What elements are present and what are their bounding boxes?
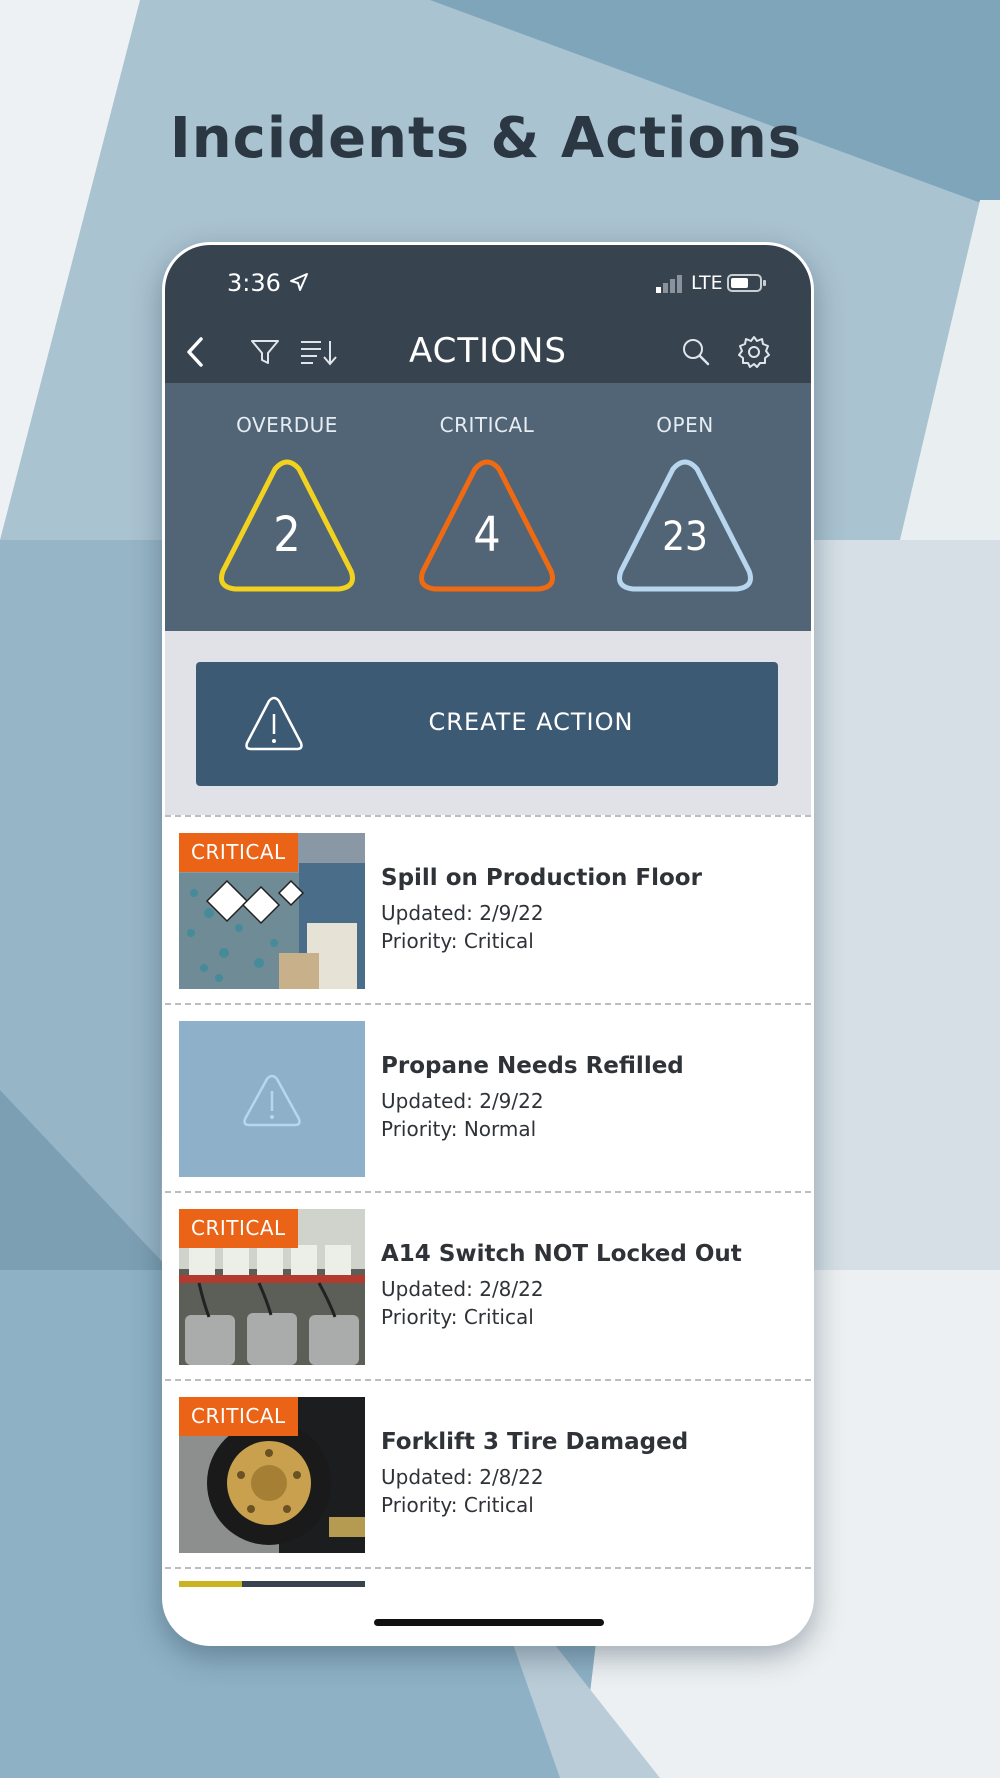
incident-photo: CRITICAL bbox=[179, 833, 365, 989]
incident-photo: CRITICAL bbox=[179, 1209, 365, 1365]
status-bar: 3:36 LTE bbox=[165, 245, 811, 321]
action-title: Forklift 3 Tire Damaged bbox=[381, 1429, 689, 1455]
battery-icon bbox=[727, 274, 766, 292]
loading-progress-bar bbox=[179, 1581, 365, 1587]
stat-label: OVERDUE bbox=[236, 413, 338, 437]
action-priority: Priority: Critical bbox=[381, 1493, 534, 1517]
stat-label: CRITICAL bbox=[439, 413, 535, 437]
action-updated: Updated: 2/9/22 bbox=[381, 901, 544, 925]
action-title: A14 Switch NOT Locked Out bbox=[381, 1241, 742, 1267]
action-priority: Priority: Critical bbox=[381, 1305, 534, 1329]
list-item[interactable]: CRITICAL Forklift 3 Tire Damaged Updated… bbox=[165, 1379, 811, 1567]
top-navbar: ACTIONS bbox=[165, 321, 811, 383]
list-divider bbox=[165, 1567, 811, 1569]
filter-icon[interactable] bbox=[249, 337, 281, 367]
stat-value: 23 bbox=[662, 514, 708, 560]
action-title: Propane Needs Refilled bbox=[381, 1053, 684, 1079]
action-priority: Priority: Normal bbox=[381, 1117, 537, 1141]
progress-fill bbox=[179, 1581, 243, 1587]
list-item[interactable]: Propane Needs Refilled Updated: 2/9/22 P… bbox=[165, 1003, 811, 1191]
list-item[interactable]: CRITICAL Spill on Production Floor Updat… bbox=[165, 815, 811, 1003]
signal-icon bbox=[656, 275, 682, 293]
stat-overdue[interactable]: OVERDUE 2 bbox=[187, 383, 387, 595]
placeholder-thumbnail bbox=[179, 1021, 365, 1177]
create-action-label: CREATE ACTION bbox=[428, 708, 634, 736]
page-title: ACTIONS bbox=[409, 331, 567, 371]
incident-photo: CRITICAL bbox=[179, 1397, 365, 1553]
phone-frame: 3:36 LTE ACTIONS OVERDUE 2 CRITICAL 4 OP… bbox=[162, 242, 814, 1646]
network-label: LTE bbox=[691, 272, 723, 294]
actions-list: CRITICAL Spill on Production Floor Updat… bbox=[165, 815, 811, 1569]
action-updated: Updated: 2/9/22 bbox=[381, 1089, 544, 1113]
stat-label: OPEN bbox=[656, 413, 714, 437]
search-icon[interactable] bbox=[681, 337, 711, 367]
action-title: Spill on Production Floor bbox=[381, 865, 702, 891]
warning-icon bbox=[243, 1074, 301, 1127]
critical-badge: CRITICAL bbox=[179, 833, 298, 872]
stat-critical[interactable]: CRITICAL 4 bbox=[387, 383, 587, 595]
critical-badge: CRITICAL bbox=[179, 1397, 298, 1436]
home-indicator[interactable] bbox=[374, 1619, 604, 1626]
stats-panel: OVERDUE 2 CRITICAL 4 OPEN 23 bbox=[165, 383, 811, 631]
status-time: 3:36 bbox=[227, 269, 281, 297]
warning-icon bbox=[245, 696, 303, 751]
promo-title: Incidents & Actions bbox=[169, 106, 803, 171]
stat-open[interactable]: OPEN 23 bbox=[585, 383, 785, 595]
stat-value: 4 bbox=[473, 507, 501, 563]
action-updated: Updated: 2/8/22 bbox=[381, 1465, 544, 1489]
critical-badge: CRITICAL bbox=[179, 1209, 298, 1248]
gear-icon[interactable] bbox=[737, 335, 771, 369]
action-updated: Updated: 2/8/22 bbox=[381, 1277, 544, 1301]
action-priority: Priority: Critical bbox=[381, 929, 534, 953]
create-action-area: CREATE ACTION bbox=[165, 631, 811, 815]
location-arrow-icon bbox=[290, 273, 308, 291]
list-item[interactable]: CRITICAL A14 Switch NOT Locked Out Updat… bbox=[165, 1191, 811, 1379]
stat-value: 2 bbox=[273, 507, 301, 563]
create-action-button[interactable]: CREATE ACTION bbox=[196, 662, 778, 786]
back-chevron-icon[interactable] bbox=[183, 335, 207, 369]
